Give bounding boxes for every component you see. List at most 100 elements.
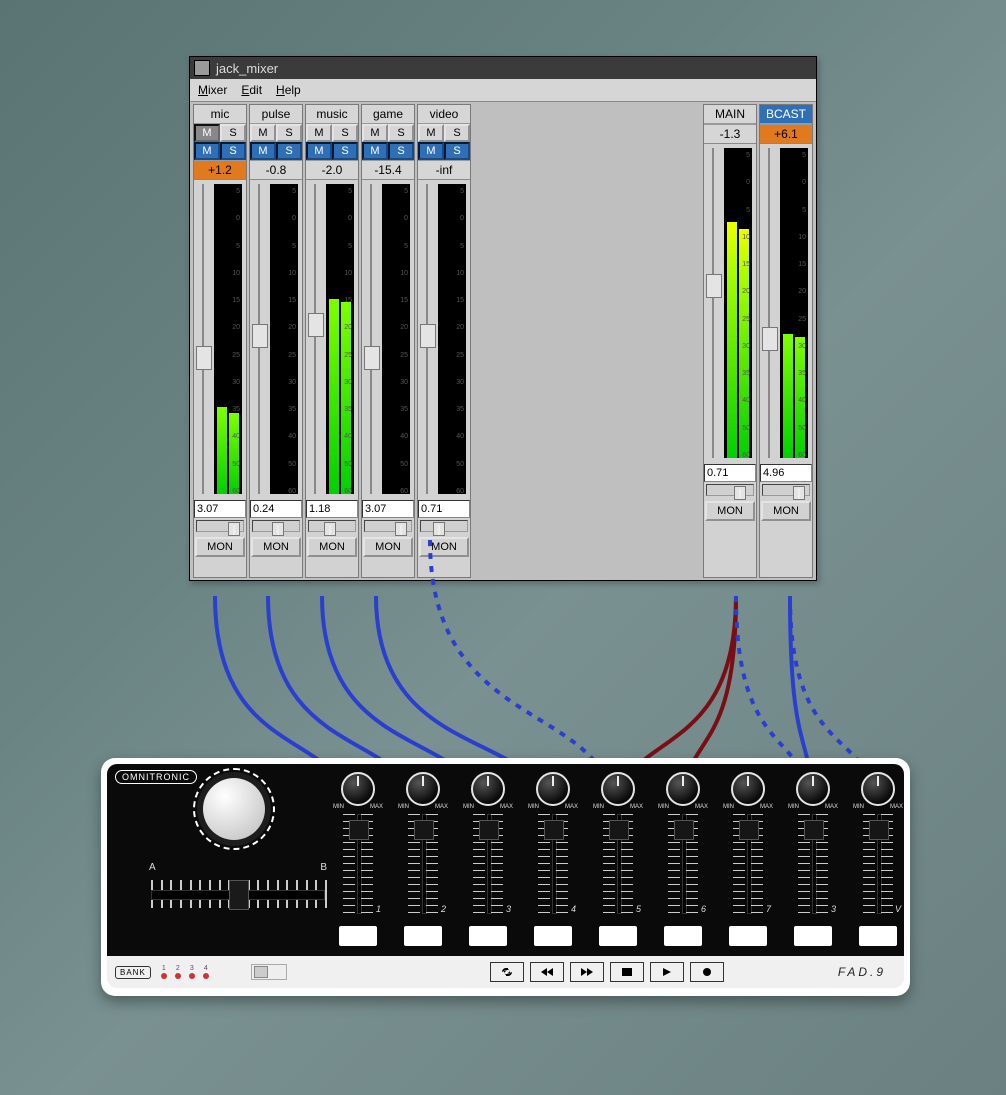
balance-slider[interactable] [196,520,244,532]
channel-fader[interactable] [762,148,776,458]
mute-button[interactable]: M [362,142,388,160]
channel-name[interactable]: video [418,105,470,124]
mute-button[interactable]: M [194,142,220,160]
fader-readout[interactable]: 0.71 [418,500,470,518]
window-control-icon[interactable] [194,60,210,76]
monitor-button[interactable]: MON [363,537,413,557]
solo-button[interactable]: S [220,124,246,142]
transport-loop-button[interactable] [490,962,524,982]
fader-readout[interactable]: 0.71 [704,464,756,482]
rotary-knob[interactable] [861,772,895,806]
strip-button[interactable] [859,926,897,946]
rotary-knob[interactable] [536,772,570,806]
mute-button[interactable]: M [306,124,332,142]
fader-readout[interactable]: 3.07 [194,500,246,518]
rotary-knob[interactable] [406,772,440,806]
crossfader-cap[interactable] [229,880,249,910]
balance-slider[interactable] [308,520,356,532]
rotary-knob[interactable] [341,772,375,806]
monitor-button[interactable]: MON [419,537,469,557]
monitor-button[interactable]: MON [195,537,245,557]
solo-button[interactable]: S [444,124,470,142]
channel-name[interactable]: game [362,105,414,124]
channel-name[interactable]: MAIN [704,105,756,124]
solo-button[interactable]: S [332,142,358,160]
solo-button[interactable]: S [444,142,470,160]
transport-rec-button[interactable] [690,962,724,982]
balance-slider[interactable] [706,484,754,496]
balance-slider[interactable] [762,484,810,496]
fader-readout[interactable]: 0.24 [250,500,302,518]
gain-readout[interactable]: +1.2 [194,160,246,180]
transport-stop-button[interactable] [610,962,644,982]
fader-readout[interactable]: 3.07 [362,500,414,518]
menu-help[interactable]: Help [276,83,301,97]
rotary-knob[interactable] [731,772,765,806]
channel-fader[interactable] [706,148,720,458]
strip-button[interactable] [599,926,637,946]
hardware-fader[interactable] [339,814,377,914]
mute-button[interactable]: M [194,124,220,142]
strip-button[interactable] [469,926,507,946]
transport-rew-button[interactable] [530,962,564,982]
rotary-knob[interactable] [666,772,700,806]
channel-fader[interactable] [420,184,434,494]
jog-wheel[interactable] [203,778,265,840]
gain-readout[interactable]: -1.3 [704,124,756,144]
balance-slider[interactable] [364,520,412,532]
balance-slider[interactable] [420,520,468,532]
solo-button[interactable]: S [388,124,414,142]
solo-button[interactable]: S [276,124,302,142]
balance-slider[interactable] [252,520,300,532]
rotary-knob[interactable] [471,772,505,806]
mute-button[interactable]: M [250,124,276,142]
monitor-button[interactable]: MON [251,537,301,557]
menu-mixer[interactable]: Mixer [198,83,227,97]
strip-button[interactable] [664,926,702,946]
fader-readout[interactable]: 4.96 [760,464,812,482]
rotary-knob[interactable] [796,772,830,806]
solo-button[interactable]: S [388,142,414,160]
channel-name[interactable]: music [306,105,358,124]
gain-readout[interactable]: -2.0 [306,160,358,180]
hardware-fader[interactable] [469,814,507,914]
channel-name[interactable]: BCAST [760,105,812,124]
hardware-fader[interactable] [729,814,767,914]
strip-button[interactable] [534,926,572,946]
solo-button[interactable]: S [276,142,302,160]
monitor-button[interactable]: MON [705,501,755,521]
transport-ffwd-button[interactable] [570,962,604,982]
channel-fader[interactable] [196,184,210,494]
hardware-fader[interactable] [404,814,442,914]
channel-name[interactable]: pulse [250,105,302,124]
hardware-fader[interactable] [534,814,572,914]
mute-button[interactable]: M [418,142,444,160]
channel-name[interactable]: mic [194,105,246,124]
hardware-fader[interactable] [664,814,702,914]
mode-switch[interactable] [251,964,287,980]
strip-button[interactable] [729,926,767,946]
mute-button[interactable]: M [362,124,388,142]
solo-button[interactable]: S [332,124,358,142]
gain-readout[interactable]: -inf [418,160,470,180]
gain-readout[interactable]: -0.8 [250,160,302,180]
mute-button[interactable]: M [250,142,276,160]
mute-button[interactable]: M [418,124,444,142]
transport-play-button[interactable] [650,962,684,982]
mute-button[interactable]: M [306,142,332,160]
channel-fader[interactable] [364,184,378,494]
hardware-fader[interactable] [794,814,832,914]
gain-readout[interactable]: +6.1 [760,124,812,144]
crossfader[interactable]: A B [151,874,325,918]
strip-button[interactable] [339,926,377,946]
channel-fader[interactable] [252,184,266,494]
window-titlebar[interactable]: jack_mixer [190,57,816,79]
rotary-knob[interactable] [601,772,635,806]
monitor-button[interactable]: MON [761,501,811,521]
gain-readout[interactable]: -15.4 [362,160,414,180]
fader-readout[interactable]: 1.18 [306,500,358,518]
menu-edit[interactable]: Edit [241,83,262,97]
hardware-fader[interactable] [599,814,637,914]
solo-button[interactable]: S [220,142,246,160]
strip-button[interactable] [404,926,442,946]
